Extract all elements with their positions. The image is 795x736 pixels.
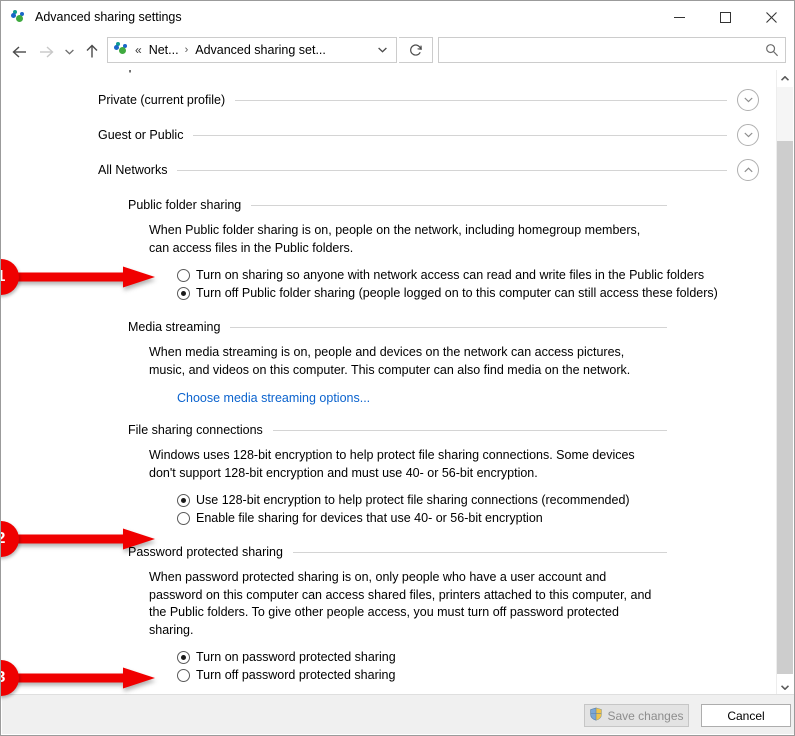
option-row[interactable]: Turn on sharing so anyone with network a… [177, 267, 777, 284]
minimize-button[interactable] [656, 1, 702, 33]
turn-off-public-folder-sharing-radio[interactable] [177, 287, 190, 300]
maximize-button[interactable] [702, 1, 748, 33]
intro-text-clipped: each profile. [2, 70, 777, 75]
close-button[interactable] [748, 1, 794, 33]
enable-40-or-56-bit-encryption-radio[interactable] [177, 512, 190, 525]
recent-locations-button[interactable] [59, 37, 79, 67]
section-header: Public folder sharing [2, 198, 777, 212]
radio-group-file-sharing-connections: Use 128-bit encryption to help protect f… [2, 492, 777, 527]
vertical-scrollbar[interactable] [776, 70, 793, 696]
use-128-bit-encryption-radio[interactable] [177, 494, 190, 507]
section-media-streaming: Media streaming When media streaming is … [2, 320, 777, 405]
section-password-protected-sharing: Password protected sharing When password… [2, 545, 777, 684]
address-dropdown-icon[interactable] [372, 38, 392, 62]
option-row[interactable]: Enable file sharing for devices that use… [177, 510, 777, 527]
option-row[interactable]: Turn off Public folder sharing (people l… [177, 285, 777, 302]
breadcrumb-overflow[interactable]: « [135, 43, 142, 57]
cancel-label: Cancel [727, 708, 765, 723]
cancel-button[interactable]: Cancel [701, 704, 791, 727]
back-button[interactable] [7, 37, 33, 67]
chevron-up-icon[interactable] [737, 159, 759, 181]
section-header: File sharing connections [2, 423, 777, 437]
profile-row-all-networks[interactable]: All Networks [2, 159, 777, 181]
network-sharing-icon [11, 9, 27, 25]
divider-line [177, 169, 727, 171]
search-box[interactable] [438, 37, 786, 63]
address-network-icon [114, 41, 130, 60]
profile-row-private[interactable]: Private (current profile) [2, 89, 777, 111]
window-title: Advanced sharing settings [35, 10, 182, 24]
section-description-media-streaming: When media streaming is on, people and d… [149, 345, 631, 377]
option-row[interactable]: Turn off password protected sharing [177, 667, 777, 684]
turn-off-password-protected-sharing-radio[interactable] [177, 669, 190, 682]
scroll-up-arrow-icon[interactable] [777, 70, 793, 87]
advanced-sharing-settings-window: Advanced sharing settings « Net... › Adv… [0, 0, 795, 736]
section-header: Media streaming [2, 320, 777, 334]
breadcrumb-item-current[interactable]: Advanced sharing set... [195, 43, 326, 57]
settings-content-pane: each profile. Private (current profile) … [2, 70, 777, 696]
option-label: Enable file sharing for devices that use… [196, 511, 543, 525]
profile-row-guest-or-public[interactable]: Guest or Public [2, 124, 777, 146]
media-streaming-link-row: Choose media streaming options... [2, 391, 777, 405]
chevron-down-icon[interactable] [737, 124, 759, 146]
scrollbar-track[interactable] [777, 87, 793, 141]
turn-on-password-protected-sharing-radio[interactable] [177, 651, 190, 664]
option-label: Turn on password protected sharing [196, 650, 396, 664]
profile-label-private: Private (current profile) [98, 93, 226, 107]
address-bar[interactable]: « Net... › Advanced sharing set... [107, 37, 397, 63]
option-label: Turn off password protected sharing [196, 668, 396, 682]
choose-media-streaming-options-link[interactable]: Choose media streaming options... [177, 391, 370, 405]
breadcrumb-separator: › [184, 44, 189, 56]
save-changes-label: Save changes [607, 708, 684, 723]
refresh-button[interactable] [399, 37, 433, 63]
section-description-password-protected-sharing: When password protected sharing is on, o… [149, 570, 652, 637]
divider-line [272, 429, 667, 431]
breadcrumb-item-network[interactable]: Net... [149, 43, 179, 57]
search-icon[interactable] [759, 43, 785, 57]
section-description-file-sharing-connections: Windows uses 128-bit encryption to help … [149, 448, 635, 480]
radio-group-public-folder-sharing: Turn on sharing so anyone with network a… [2, 267, 777, 302]
section-public-folder-sharing: Public folder sharing When Public folder… [2, 198, 777, 302]
divider-line [292, 551, 667, 553]
turn-on-public-folder-sharing-radio[interactable] [177, 269, 190, 282]
divider-line [251, 204, 667, 206]
scrollbar-thumb[interactable] [777, 141, 793, 674]
section-header: Password protected sharing [2, 545, 777, 559]
option-row[interactable]: Turn on password protected sharing [177, 649, 777, 666]
radio-group-password-protected-sharing: Turn on password protected sharing Turn … [2, 649, 777, 684]
option-label: Use 128-bit encryption to help protect f… [196, 493, 630, 507]
dialog-button-bar: Save changes Cancel [2, 694, 794, 734]
forward-button [33, 37, 59, 67]
divider-line [235, 99, 727, 101]
profile-label-guest-or-public: Guest or Public [98, 128, 184, 142]
section-description-public-folder-sharing: When Public folder sharing is on, people… [149, 223, 641, 255]
chevron-down-icon[interactable] [737, 89, 759, 111]
divider-line [230, 326, 667, 328]
title-bar[interactable]: Advanced sharing settings [1, 1, 794, 33]
uac-shield-icon [589, 707, 603, 724]
option-row[interactable]: Use 128-bit encryption to help protect f… [177, 492, 777, 509]
divider-line [193, 134, 727, 136]
section-title-password-protected-sharing: Password protected sharing [128, 545, 283, 559]
section-title-file-sharing-connections: File sharing connections [128, 423, 263, 437]
section-title-media-streaming: Media streaming [128, 320, 221, 334]
search-input[interactable] [445, 38, 759, 62]
profile-label-all-networks: All Networks [98, 163, 168, 177]
section-title-public-folder-sharing: Public folder sharing [128, 198, 242, 212]
window-controls [656, 1, 794, 33]
option-label: Turn on sharing so anyone with network a… [196, 268, 705, 282]
navigation-bar: « Net... › Advanced sharing set... [1, 33, 794, 70]
save-changes-button[interactable]: Save changes [584, 704, 689, 727]
option-label: Turn off Public folder sharing (people l… [196, 286, 718, 300]
section-file-sharing-connections: File sharing connections Windows uses 12… [2, 423, 777, 527]
up-button[interactable] [79, 37, 105, 67]
